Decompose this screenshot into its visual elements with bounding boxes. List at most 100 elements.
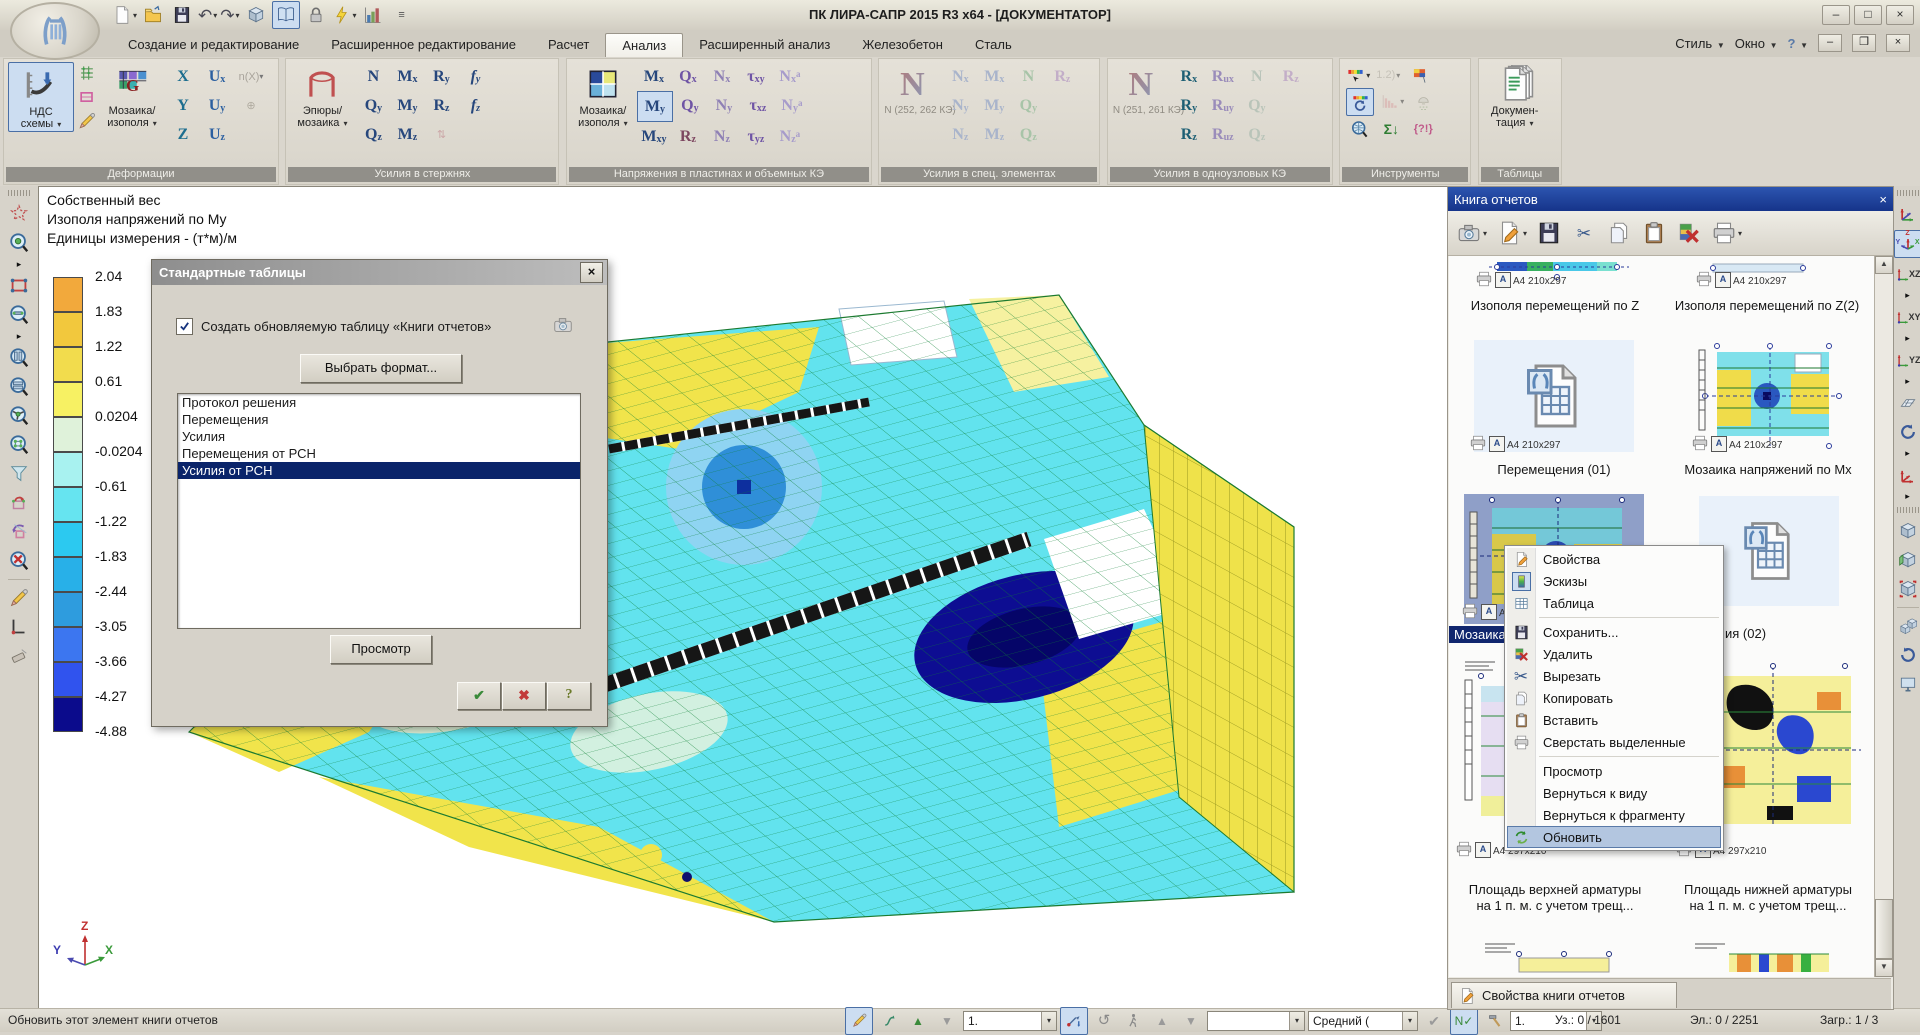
- flyout-icon[interactable]: ▸: [17, 331, 22, 342]
- report-item-caption[interactable]: Площадь верхней арматурына 1 п. м. с уче…: [1449, 882, 1661, 914]
- redo-button[interactable]: ↷▾: [220, 2, 239, 28]
- chevron-down-icon[interactable]: ▾: [1738, 229, 1742, 238]
- book-button[interactable]: [272, 1, 300, 29]
- new-doc-button[interactable]: ▾: [112, 2, 137, 28]
- ribbon-letter-my[interactable]: My: [390, 91, 424, 120]
- tables-listbox[interactable]: Протокол решенияПеремещенияУсилияПеремещ…: [177, 393, 581, 629]
- ribbon-letter-x[interactable]: X: [166, 62, 200, 91]
- tab-6[interactable]: Железобетон: [846, 33, 959, 57]
- ribbon-letter-qy[interactable]: Qy: [1240, 91, 1274, 120]
- ribbon-letter-fz[interactable]: fz: [458, 91, 492, 120]
- save-button[interactable]: [1536, 220, 1562, 246]
- unselect-button[interactable]: [6, 490, 32, 516]
- cube-button[interactable]: [1895, 518, 1920, 544]
- ribbon-letter-uz[interactable]: Uz: [200, 120, 234, 149]
- table-list-item[interactable]: Перемещения: [178, 411, 580, 428]
- table-list-item[interactable]: Усилия от РСН: [178, 462, 580, 479]
- status-combo[interactable]: 1.▾: [963, 1011, 1057, 1031]
- ribbon-letter-mxy[interactable]: Mxy: [637, 122, 671, 151]
- ribbon-letter-qy[interactable]: Qy: [1011, 91, 1045, 120]
- ribbon-letter-my[interactable]: My: [977, 91, 1011, 120]
- lasso-button[interactable]: [6, 201, 32, 227]
- ribbon-letter-qy[interactable]: Qy: [356, 91, 390, 120]
- print-button[interactable]: ▾: [1711, 220, 1742, 246]
- report-item-caption[interactable]: Изополя перемещений по Z(2): [1663, 298, 1871, 314]
- panel-scrollbar[interactable]: ▲ ▼: [1874, 256, 1892, 977]
- eraser-button[interactable]: [6, 643, 32, 669]
- chevron-down-icon[interactable]: ▾: [1483, 229, 1487, 238]
- ribbon-restore-button[interactable]: ❐: [1852, 34, 1876, 52]
- cut-button[interactable]: ✂: [1571, 220, 1597, 246]
- scurve-button[interactable]: [876, 1008, 902, 1034]
- ribbon-letter-ny[interactable]: Nya: [775, 91, 809, 120]
- maximize-button[interactable]: □: [1854, 5, 1882, 25]
- panel-title-bar[interactable]: Книга отчетов ×: [1448, 187, 1893, 211]
- ribbon-letter-ry[interactable]: Ry: [424, 62, 458, 91]
- ribbon-letter-ny[interactable]: Ny: [943, 91, 977, 120]
- menu-item-свойства[interactable]: Свойства: [1507, 548, 1721, 570]
- mag-rod-button[interactable]: [6, 302, 32, 328]
- report-item-caption[interactable]: Мозаика напряжений по Mx: [1663, 462, 1873, 478]
- mosaic-isofields-button[interactable]: G Мозаика/ изополя ▾: [100, 62, 164, 130]
- app-logo[interactable]: [10, 2, 100, 60]
- chevron-down-icon[interactable]: ▾: [1041, 1012, 1056, 1030]
- menu-item-таблица[interactable]: Таблица: [1507, 592, 1721, 614]
- minimize-button[interactable]: –: [1822, 5, 1850, 25]
- measure-icon[interactable]: [76, 110, 98, 132]
- dialog-close-button[interactable]: ×: [580, 262, 603, 283]
- down-gray2-button[interactable]: ▼: [1178, 1008, 1204, 1034]
- ribbon-letter-τxy[interactable]: τxy: [739, 62, 773, 91]
- ribbon-letter-rux[interactable]: Rux: [1206, 62, 1240, 91]
- camera-button[interactable]: ▾: [1456, 220, 1487, 246]
- menu-item-обновить[interactable]: Обновить: [1507, 826, 1721, 848]
- flag-button[interactable]: [1406, 62, 1432, 88]
- frame-scheme-icon[interactable]: [76, 86, 98, 108]
- ribbon-letter-rz[interactable]: Rz: [424, 91, 458, 120]
- rotate-ccw-button[interactable]: [1895, 642, 1920, 668]
- tab-7[interactable]: Сталь: [959, 33, 1028, 57]
- ribbon-letter-y[interactable]: Y: [166, 91, 200, 120]
- flyout-icon[interactable]: ▸: [1905, 448, 1910, 459]
- epures-mosaic-button[interactable]: Эпюры/ мозаика ▾: [290, 62, 354, 130]
- flyout-icon[interactable]: ▸: [17, 259, 22, 270]
- scroll-down-button[interactable]: ▼: [1875, 959, 1893, 977]
- report-item-caption-selected[interactable]: Мозаика: [1449, 626, 1511, 643]
- lock-button[interactable]: [303, 2, 329, 28]
- ribbon-letter-nz[interactable]: Nz: [705, 122, 739, 151]
- menu-window[interactable]: Окно ▼: [1735, 36, 1778, 51]
- chevron-down-icon[interactable]: ▾: [213, 11, 217, 20]
- ribbon-letter-ux[interactable]: Ux: [200, 62, 234, 91]
- ribbon-minimize-button[interactable]: –: [1818, 34, 1842, 52]
- panel-close-button[interactable]: ×: [1879, 192, 1887, 207]
- chevron-down-icon[interactable]: ▾: [353, 11, 357, 20]
- check-gray-button[interactable]: ✔: [1421, 1008, 1447, 1034]
- ribbon-letter-n[interactable]: N: [1240, 62, 1274, 91]
- menu-item-просмотр[interactable]: Просмотр: [1507, 760, 1721, 782]
- globemag-button[interactable]: [1346, 116, 1372, 142]
- ribbon-letter-z[interactable]: Z: [166, 120, 200, 149]
- ncheck-button[interactable]: N✓: [1450, 1007, 1478, 1035]
- axes-iso-button[interactable]: [1895, 201, 1920, 227]
- ribbon-letter-qz[interactable]: Qz: [1240, 120, 1274, 149]
- help-button[interactable]: ? ▼: [1788, 36, 1809, 51]
- ribbon-letter-⊕[interactable]: ⊕: [234, 91, 268, 120]
- up-gray-button[interactable]: ▲: [1149, 1008, 1175, 1034]
- menu-style[interactable]: Стиль ▼: [1675, 36, 1725, 51]
- menu-item-сохранить-[interactable]: Сохранить...: [1507, 621, 1721, 643]
- edit-button[interactable]: ▾: [1496, 220, 1527, 246]
- copy-button[interactable]: [1606, 220, 1632, 246]
- lamp-button[interactable]: [1410, 88, 1436, 114]
- ribbon-letter-mz[interactable]: Mz: [390, 120, 424, 149]
- scroll-up-button[interactable]: ▲: [1875, 256, 1893, 274]
- ribbon-letter-mx[interactable]: Mx: [637, 62, 671, 91]
- menu-item-вырезать[interactable]: ✂Вырезать: [1507, 665, 1721, 687]
- status-combo[interactable]: Средний (▾: [1308, 1011, 1418, 1031]
- ribbon-letter-my[interactable]: My: [637, 91, 673, 122]
- ribbon-letter-ry[interactable]: Ry: [1172, 91, 1206, 120]
- polyfilter-button[interactable]: [6, 519, 32, 545]
- ribbon-letter-nx[interactable]: Nx: [705, 62, 739, 91]
- ribbon-letter-rz[interactable]: Rz: [1274, 62, 1308, 91]
- ribbon-letter-qz[interactable]: Qz: [356, 120, 390, 149]
- menu-item-вернуться-к-виду[interactable]: Вернуться к виду: [1507, 782, 1721, 804]
- flyout-icon[interactable]: ▸: [1905, 333, 1910, 344]
